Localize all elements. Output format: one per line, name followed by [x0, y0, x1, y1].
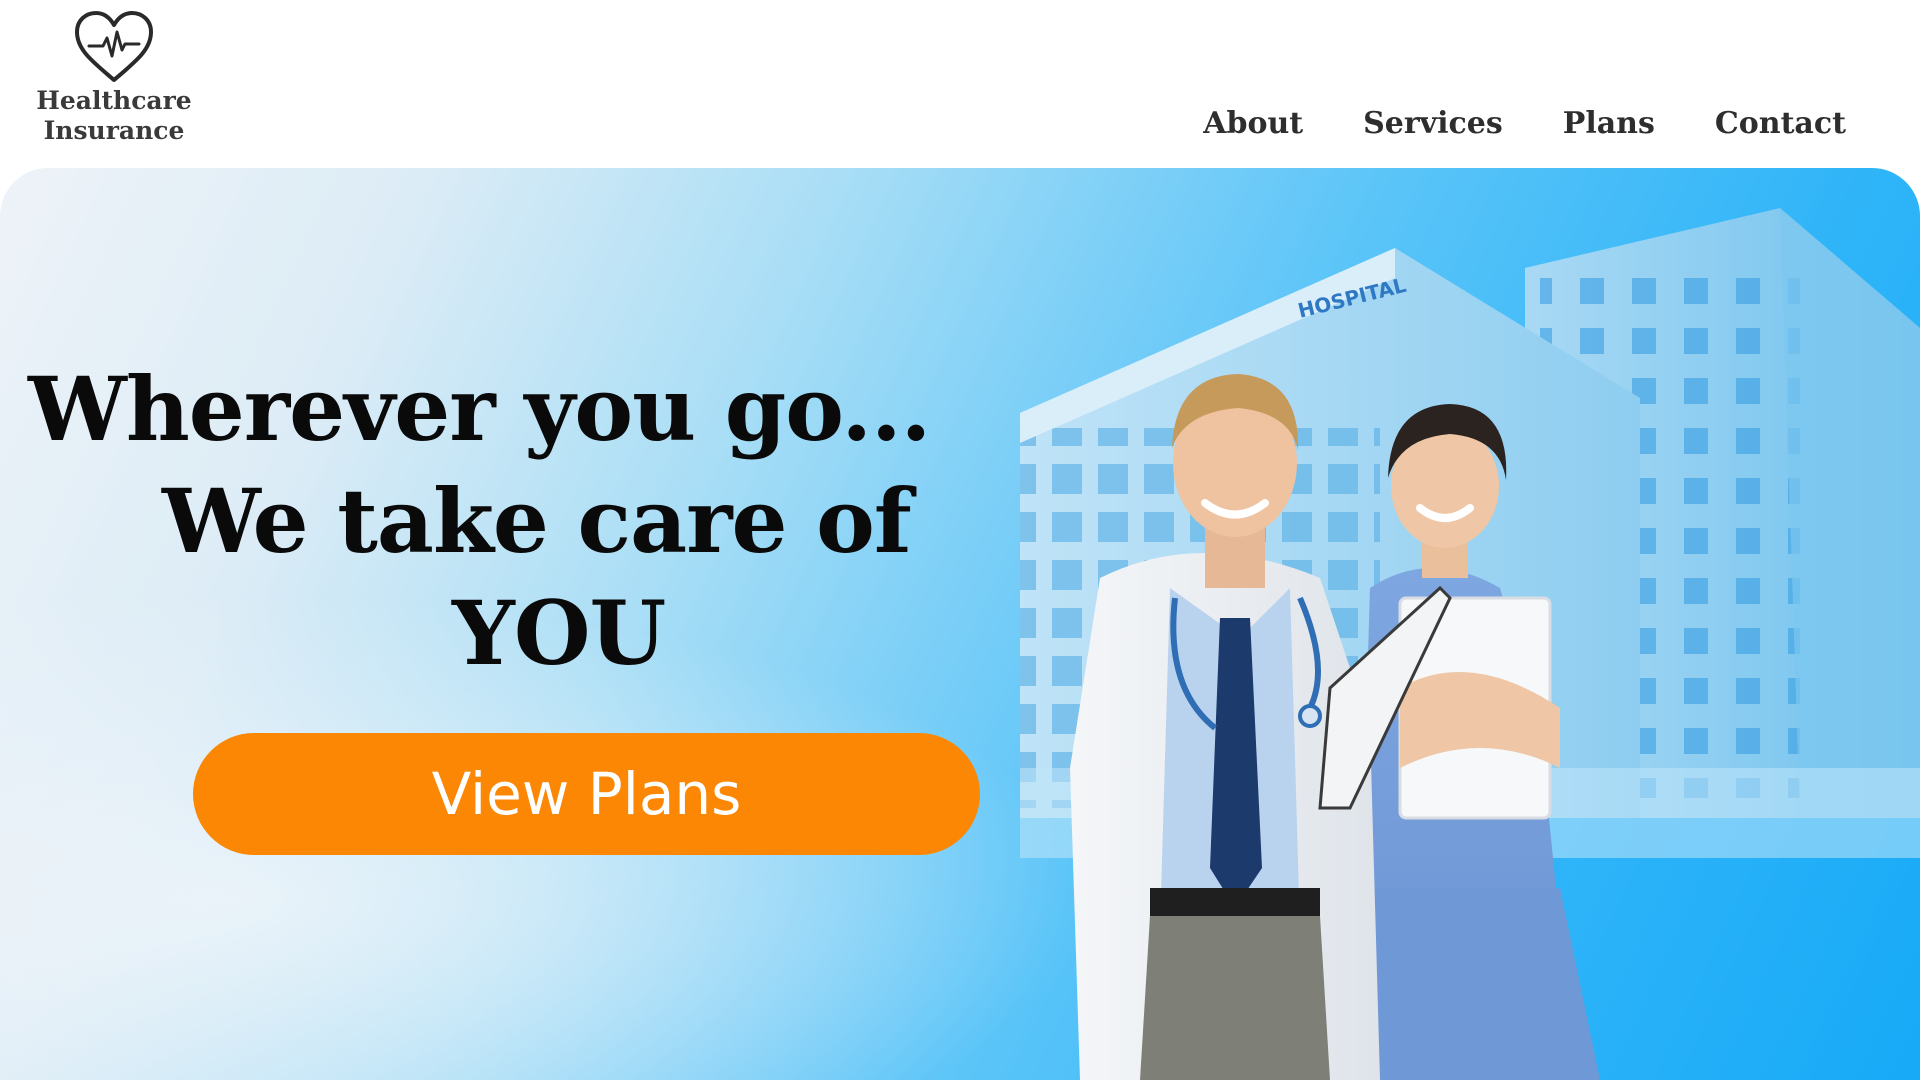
nav-plans[interactable]: Plans: [1563, 106, 1655, 141]
nav-services[interactable]: Services: [1363, 106, 1503, 141]
main-nav: About Services Plans Contact: [1203, 106, 1846, 141]
headline-line-2: We take care of: [162, 469, 912, 573]
brand-name-line-2: Insurance: [43, 116, 185, 145]
headline-line-1: Wherever you go...: [28, 357, 931, 461]
hero-banner: HOSPITAL Wherever you go... We take care…: [0, 168, 1920, 1080]
hero-headline: Wherever you go... We take care of YOU: [0, 353, 1020, 689]
doctor-and-nurse-illustration: HOSPITAL: [1020, 208, 1920, 1080]
nav-about[interactable]: About: [1203, 106, 1303, 141]
heart-pulse-icon: [75, 11, 153, 82]
headline-line-3: YOU: [452, 581, 666, 685]
brand-name-line-1: Healthcare: [36, 86, 192, 115]
view-plans-button[interactable]: View Plans: [193, 733, 980, 855]
brand-logo[interactable]: Healthcare Insurance: [34, 10, 194, 146]
nav-contact[interactable]: Contact: [1715, 106, 1846, 141]
site-header: Healthcare Insurance About Services Plan…: [0, 0, 1920, 170]
